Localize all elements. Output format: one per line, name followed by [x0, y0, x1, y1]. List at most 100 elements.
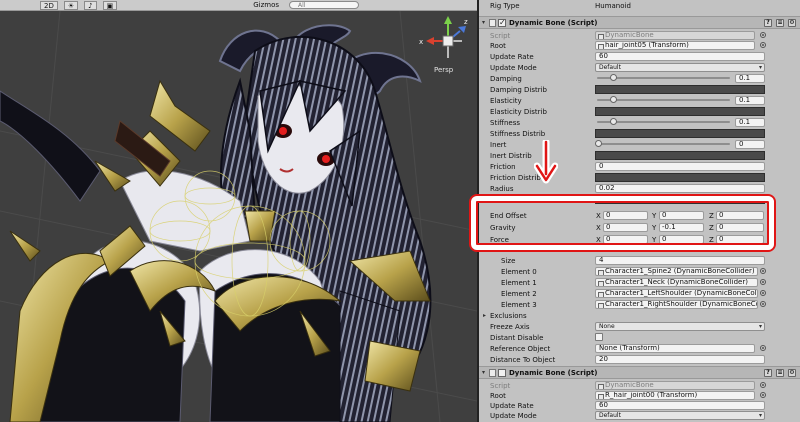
help-book-icon[interactable]: ? [764, 368, 772, 377]
rig-type-row: Rig Type Humanoid [479, 0, 800, 11]
root-field[interactable]: R_hair_joint00 (Transform) [595, 391, 755, 400]
distance-to-object-label: Distance To Object [490, 355, 556, 364]
script-picker-icon[interactable] [760, 32, 766, 38]
reference-object-field[interactable]: None (Transform) [595, 344, 755, 353]
effects-dropdown-icon[interactable]: ▣ [102, 0, 118, 10]
root-picker-icon[interactable] [760, 392, 766, 398]
component-enabled-checkbox[interactable] [498, 368, 506, 377]
elasticity-slider-thumb[interactable] [610, 96, 617, 103]
script-field[interactable]: DynamicBone [595, 381, 755, 390]
help-book-icon[interactable]: ? [764, 18, 772, 27]
gear-icon[interactable]: ⚙ [788, 18, 796, 27]
distance-to-object-input[interactable]: 20 [595, 355, 765, 364]
gravity-y-input[interactable]: -0.1 [659, 223, 704, 232]
gravity-z-input[interactable]: 0 [716, 223, 764, 232]
radius-label: Radius [490, 184, 514, 193]
inert-distrib-curve[interactable] [595, 151, 765, 160]
root-field[interactable]: hair_joint05 (Transform) [595, 41, 755, 50]
friction-distrib-label: Friction Distrib [490, 173, 541, 182]
element-picker-icon[interactable] [760, 290, 766, 296]
fold-down-icon[interactable]: ▾ [482, 369, 485, 376]
radius-distrib-row: Radius Distrib [479, 194, 800, 205]
element-label: Element 2 [501, 289, 537, 298]
scene-search-input[interactable]: All [289, 1, 360, 9]
gizmos-dropdown[interactable]: Gizmos [253, 1, 279, 9]
root-picker-icon[interactable] [760, 42, 766, 48]
scene-view[interactable]: 2D ☀ ♪ ▣ Gizmos All x z Persp [0, 0, 477, 422]
stiffness-input[interactable]: 0.1 [735, 118, 765, 127]
stiffness-slider-thumb[interactable] [610, 118, 617, 125]
scene-toolbar: 2D ☀ ♪ ▣ Gizmos All [0, 0, 477, 11]
fold-down-icon[interactable]: ▾ [482, 19, 485, 26]
reference-object-row: Reference Object None (Transform) [479, 343, 800, 354]
collider-element-row: Element 3 Character1_RightShoulder (Dyna… [479, 299, 800, 310]
radius-input[interactable]: 0.02 [595, 184, 765, 193]
character-render [0, 11, 477, 422]
update-rate-input[interactable]: 60 [595, 401, 765, 410]
size-input[interactable]: 4 [595, 256, 765, 265]
element-field[interactable]: Character1_Neck (DynamicBoneCollider) [595, 278, 758, 287]
perspective-label[interactable]: Persp [434, 66, 453, 74]
damping-row: Damping 0.1 [479, 73, 800, 84]
reference-object-picker-icon[interactable] [760, 345, 766, 351]
distant-disable-checkbox[interactable] [595, 333, 603, 341]
lighting-toggle-icon[interactable]: ☀ [63, 0, 79, 10]
elasticity-input[interactable]: 0.1 [735, 96, 765, 105]
end-offset-y-input[interactable]: 0 [659, 211, 704, 220]
inert-row: Inert 0 [479, 139, 800, 150]
stiffness-distrib-row: Stiffness Distrib [479, 128, 800, 139]
element-field[interactable]: Character1_RightShoulder (DynamicBoneCol… [595, 300, 758, 309]
2d-toggle-button[interactable]: 2D [40, 0, 58, 10]
elasticity-distrib-row: Elasticity Distrib [479, 106, 800, 117]
damping-input[interactable]: 0.1 [735, 74, 765, 83]
friction-distrib-row: Friction Distrib [479, 172, 800, 183]
update-mode-dropdown[interactable]: Default [595, 411, 765, 420]
element-label: Element 3 [501, 300, 537, 309]
gizmo-x-label: x [419, 38, 423, 46]
element-picker-icon[interactable] [760, 268, 766, 274]
preset-icon[interactable]: ≡ [776, 368, 784, 377]
update-mode-dropdown[interactable]: Default [595, 63, 765, 72]
element-picker-icon[interactable] [760, 301, 766, 307]
force-z-input[interactable]: 0 [716, 235, 764, 244]
force-y-input[interactable]: 0 [659, 235, 704, 244]
end-offset-x-input[interactable]: 0 [603, 211, 648, 220]
component-enabled-checkbox[interactable] [498, 18, 506, 27]
gizmo-z-label: z [464, 18, 468, 26]
dynamic-bone-header-1[interactable]: ▾ Dynamic Bone (Script) ? ≡ ⚙ [479, 16, 800, 29]
script-label: Script [490, 381, 511, 390]
script-picker-icon[interactable] [760, 382, 766, 388]
friction-distrib-curve[interactable] [595, 173, 765, 182]
script-field[interactable]: DynamicBone [595, 31, 755, 40]
distant-disable-row: Distant Disable [479, 332, 800, 343]
element-field[interactable]: Character1_LeftShoulder (DynamicBoneColl… [595, 289, 758, 298]
damping-distrib-curve[interactable] [595, 85, 765, 94]
update-rate-input[interactable]: 60 [595, 52, 765, 61]
force-x-label: X [596, 235, 601, 244]
root-label: Root [490, 41, 506, 50]
damping-slider-thumb[interactable] [610, 74, 617, 81]
freeze-axis-dropdown[interactable]: None [595, 322, 765, 331]
inert-slider[interactable] [597, 143, 730, 145]
element-picker-icon[interactable] [760, 279, 766, 285]
exclusions-row[interactable]: ▸ Exclusions [479, 310, 800, 321]
radius-distrib-curve[interactable] [595, 195, 765, 204]
update-rate-label: Update Rate [490, 401, 534, 410]
dynamic-bone-header-2[interactable]: ▾ Dynamic Bone (Script) ? ≡ ⚙ [479, 366, 800, 379]
elasticity-distrib-curve[interactable] [595, 107, 765, 116]
fold-right-icon[interactable]: ▸ [483, 312, 486, 319]
stiffness-distrib-curve[interactable] [595, 129, 765, 138]
force-x-input[interactable]: 0 [603, 235, 648, 244]
gear-icon[interactable]: ⚙ [788, 368, 796, 377]
preset-icon[interactable]: ≡ [776, 18, 784, 27]
inert-label: Inert [490, 140, 507, 149]
inert-slider-thumb[interactable] [595, 140, 602, 147]
component-title: Dynamic Bone (Script) [509, 368, 598, 377]
end-offset-z-input[interactable]: 0 [716, 211, 764, 220]
friction-input[interactable]: 0 [595, 162, 765, 171]
audio-toggle-icon[interactable]: ♪ [84, 0, 97, 10]
element-field[interactable]: Character1_Spine2 (DynamicBoneCollider) [595, 267, 758, 276]
gravity-x-input[interactable]: 0 [603, 223, 648, 232]
inert-input[interactable]: 0 [735, 140, 765, 149]
distant-disable-label: Distant Disable [490, 333, 544, 342]
